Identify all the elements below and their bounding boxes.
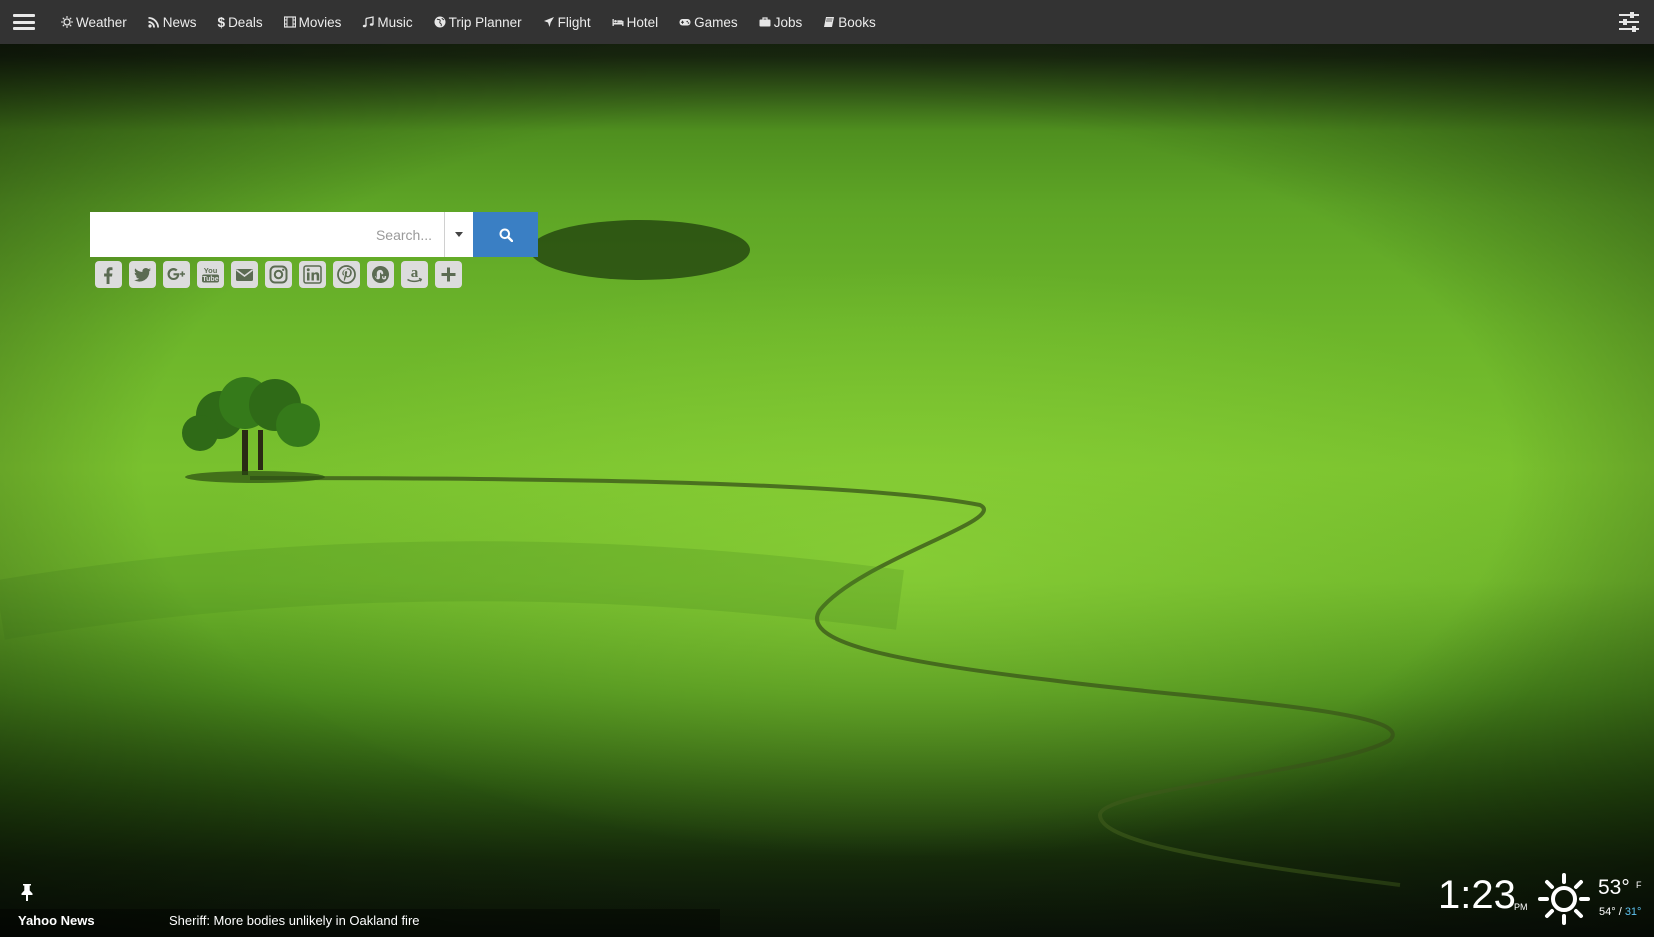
temperature-range: 54° / 31° xyxy=(1599,906,1641,918)
nav-label: Movies xyxy=(298,14,342,30)
nav-item-music[interactable]: Music xyxy=(362,14,413,30)
nav-item-games[interactable]: Games xyxy=(679,15,738,30)
nav-label: Flight xyxy=(557,14,591,30)
bed-icon xyxy=(612,19,624,26)
nav-item-flight[interactable]: Flight xyxy=(543,15,591,30)
clock-time: 1:23 xyxy=(1438,873,1516,917)
search-engine-dropdown[interactable] xyxy=(444,212,473,257)
temperature-unit: F xyxy=(1636,880,1642,890)
youtube-icon[interactable]: You Tube xyxy=(197,261,224,288)
current-temperature: 53° xyxy=(1598,876,1630,899)
plane-icon xyxy=(543,17,554,27)
stumbleupon-icon[interactable] xyxy=(367,261,394,288)
svg-text:Tube: Tube xyxy=(202,276,218,283)
add-icon[interactable] xyxy=(435,261,462,288)
low-temperature: 31° xyxy=(1624,906,1642,918)
facebook-icon[interactable] xyxy=(95,261,122,288)
nav-label: Games xyxy=(694,14,738,30)
book-icon xyxy=(824,17,835,27)
nav-item-books[interactable]: Books xyxy=(823,15,876,30)
dollar-icon: $ xyxy=(217,14,226,30)
google-plus-icon[interactable] xyxy=(163,261,190,288)
nav-label: Music xyxy=(377,14,413,30)
search-button[interactable] xyxy=(473,212,538,257)
instagram-icon[interactable] xyxy=(265,261,292,288)
search-icon xyxy=(499,228,513,242)
sun-weather-icon[interactable] xyxy=(1537,872,1591,926)
news-source[interactable]: Yahoo News xyxy=(18,913,95,928)
film-icon xyxy=(283,16,296,28)
pinterest-icon[interactable] xyxy=(333,261,360,288)
temperature-separator: / xyxy=(1615,906,1625,918)
nav-item-trip-planner[interactable]: Trip Planner xyxy=(434,15,522,30)
nav-item-jobs[interactable]: Jobs xyxy=(759,14,803,30)
high-temperature: 54° xyxy=(1599,906,1616,918)
search-box xyxy=(90,212,540,257)
linkedin-icon[interactable] xyxy=(299,261,326,288)
hamburger-menu-icon[interactable] xyxy=(13,14,35,30)
social-shortcuts: You Tube a xyxy=(95,261,469,288)
caret-down-icon xyxy=(455,232,463,237)
nav-label: Jobs xyxy=(773,14,803,30)
nav-label: Books xyxy=(838,14,876,30)
rss-icon xyxy=(148,17,159,28)
news-headline[interactable]: Sheriff: More bodies unlikely in Oakland… xyxy=(169,913,420,928)
nav-label: Hotel xyxy=(626,14,659,30)
settings-sliders-icon[interactable] xyxy=(1618,12,1640,32)
nav-item-weather[interactable]: Weather xyxy=(61,15,127,30)
briefcase-icon xyxy=(759,17,771,27)
new-tab-page: Weather News $ Deals Movies Music Trip P… xyxy=(0,0,1654,937)
music-icon xyxy=(363,16,374,28)
amazon-icon[interactable]: a xyxy=(401,261,428,288)
nav-item-hotel[interactable]: Hotel xyxy=(612,14,659,30)
nav-label: News xyxy=(162,14,197,30)
nav-item-movies[interactable]: Movies xyxy=(283,14,342,30)
pin-icon[interactable] xyxy=(19,883,35,901)
clock-ampm: PM xyxy=(1514,902,1528,912)
nav-label: Deals xyxy=(228,14,263,30)
email-icon[interactable] xyxy=(231,261,258,288)
svg-text:You: You xyxy=(204,266,218,275)
nav-item-news[interactable]: News xyxy=(148,15,197,30)
gamepad-icon xyxy=(679,19,691,26)
twitter-icon[interactable] xyxy=(129,261,156,288)
top-navigation-bar: Weather News $ Deals Movies Music Trip P… xyxy=(0,0,1654,44)
nav-label: Trip Planner xyxy=(448,14,522,30)
globe-icon xyxy=(434,16,446,28)
sun-icon xyxy=(61,16,73,28)
nav-label: Weather xyxy=(76,14,127,30)
vignette-overlay xyxy=(0,0,1654,937)
nav-item-deals[interactable]: $ Deals xyxy=(218,15,263,30)
search-input[interactable] xyxy=(90,212,444,257)
svg-text:a: a xyxy=(411,265,419,281)
